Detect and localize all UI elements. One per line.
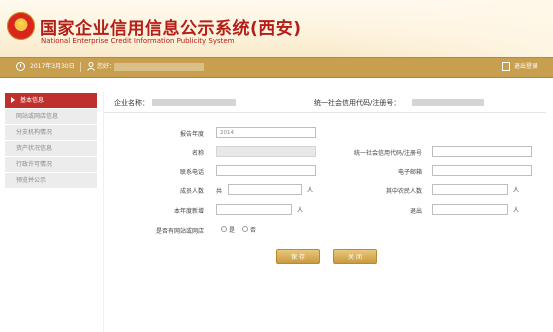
header-banner: ★ 国家企业信用信息公示系统(西安) National Enterprise C…: [0, 0, 553, 57]
report-year-input[interactable]: [216, 127, 316, 138]
members-input[interactable]: [228, 184, 302, 195]
sidebar-menu: 基本信息 网站或网店信息 分支机构情况 资产状况信息 行政许可情况 预览并公示: [5, 93, 97, 189]
new-members-input[interactable]: [216, 204, 292, 215]
site-title: 国家企业信用信息公示系统(西安): [40, 19, 302, 39]
exit-label: 退出: [409, 208, 422, 215]
sidebar-item-licenses[interactable]: 行政许可情况: [5, 157, 97, 173]
user-name-redacted: [114, 63, 204, 71]
clock-icon: [16, 62, 25, 71]
exit-unit: 人: [513, 207, 520, 214]
sidebar-item-assets[interactable]: 资产状况信息: [5, 141, 97, 157]
company-name-redacted: [152, 99, 236, 106]
credit-code-label: 统一社会信用代码/注册号：: [314, 99, 401, 107]
members-label: 成员人数: [179, 188, 204, 195]
sidebar-item-website[interactable]: 网站或网店信息: [5, 109, 97, 125]
sidebar-item-branches[interactable]: 分支机构情况: [5, 125, 97, 141]
name-input[interactable]: [216, 146, 316, 157]
company-name-label: 企业名称：: [114, 99, 149, 107]
members-unit: 人: [307, 187, 314, 194]
credit-code-redacted: [412, 99, 484, 106]
current-date: 2017年3月30日: [30, 63, 75, 70]
logout-icon[interactable]: [502, 62, 510, 71]
email-input[interactable]: [432, 165, 532, 176]
sidebar-item-preview[interactable]: 预览并公示: [5, 173, 97, 189]
main-panel: 企业名称： 统一社会信用代码/注册号： 报告年度 名称 统一社会信用代码/注册号…: [103, 92, 546, 332]
website-no-radio[interactable]: [242, 226, 248, 232]
code-label: 统一社会信用代码/注册号: [353, 150, 422, 157]
new-members-unit: 人: [297, 207, 304, 214]
new-members-label: 本年度新增: [173, 208, 204, 215]
farmers-unit: 人: [513, 187, 520, 194]
top-toolbar: 2017年3月30日 您好： 退出登录: [0, 57, 553, 78]
company-info-bar: 企业名称： 统一社会信用代码/注册号：: [104, 92, 546, 113]
report-year-label: 报告年度: [179, 131, 204, 138]
farmers-input[interactable]: [432, 184, 508, 195]
sidebar-item-basic-info[interactable]: 基本信息: [5, 93, 97, 109]
phone-input[interactable]: [216, 165, 316, 176]
header-decoration: [333, 0, 553, 57]
farmers-label: 其中农民人数: [385, 188, 422, 195]
website-label: 是否有网站或网店: [155, 228, 204, 235]
members-prefix: 共: [216, 188, 223, 195]
user-icon: [87, 62, 95, 71]
code-input[interactable]: [432, 146, 532, 157]
user-greeting-label: 您好：: [97, 63, 116, 70]
website-yes-radio[interactable]: [221, 226, 227, 232]
exit-input[interactable]: [432, 204, 508, 215]
close-button[interactable]: 关 闭: [333, 249, 377, 264]
toolbar-divider: [80, 62, 81, 72]
national-emblem-icon: ★: [7, 12, 35, 40]
phone-label: 联系电话: [179, 169, 204, 176]
website-no-label: 否: [250, 227, 257, 234]
logout-link[interactable]: 退出登录: [514, 60, 538, 74]
name-label: 名称: [191, 150, 204, 157]
save-button[interactable]: 保 存: [276, 249, 320, 264]
site-subtitle: National Enterprise Credit Information P…: [41, 37, 235, 45]
website-yes-label: 是: [229, 227, 236, 234]
email-label: 电子邮箱: [397, 169, 422, 176]
